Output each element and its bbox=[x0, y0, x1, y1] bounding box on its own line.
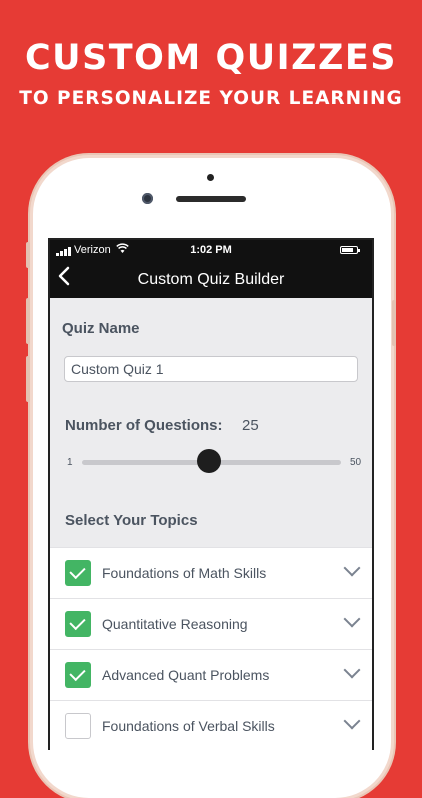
topic-label: Quantitative Reasoning bbox=[102, 616, 248, 632]
slider-min-label: 1 bbox=[67, 457, 73, 468]
topic-checkbox[interactable] bbox=[65, 713, 91, 739]
slider-max-label: 50 bbox=[350, 457, 362, 468]
topic-label: Foundations of Math Skills bbox=[102, 565, 267, 581]
status-time: 1:02 PM bbox=[190, 244, 232, 256]
nav-title: Custom Quiz Builder bbox=[137, 271, 285, 288]
topic-checkbox[interactable] bbox=[65, 560, 91, 586]
chevron-down-icon[interactable] bbox=[343, 661, 361, 679]
topic-row[interactable]: Foundations of Math Skills bbox=[50, 547, 372, 598]
quiz-name-input[interactable]: Custom Quiz 1 bbox=[64, 356, 358, 382]
topic-row[interactable]: Advanced Quant Problems bbox=[50, 649, 372, 700]
select-topics-label: Select Your Topics bbox=[65, 512, 198, 529]
promo-subheadline: TO PERSONALIZE YOUR LEARNING bbox=[19, 88, 403, 109]
promo-headline: CUSTOM QUIZZES bbox=[24, 38, 398, 78]
quiz-name-label: Quiz Name bbox=[62, 320, 140, 337]
topic-label: Foundations of Verbal Skills bbox=[102, 718, 275, 734]
topic-row[interactable]: Quantitative Reasoning bbox=[50, 598, 372, 649]
earpiece-speaker bbox=[176, 196, 246, 202]
phone-side-button bbox=[26, 298, 30, 344]
front-camera bbox=[142, 193, 153, 204]
topic-checkbox[interactable] bbox=[65, 611, 91, 637]
chevron-down-icon[interactable] bbox=[343, 610, 361, 628]
topics-list: Foundations of Math Skills Quantitative … bbox=[50, 547, 372, 750]
number-of-questions-label: Number of Questions: bbox=[65, 417, 223, 434]
front-sensor bbox=[207, 174, 214, 181]
number-of-questions-value: 25 bbox=[242, 417, 259, 434]
navigation-bar: Custom Quiz Builder bbox=[50, 262, 372, 298]
topic-row[interactable]: Foundations of Verbal Skills bbox=[50, 700, 372, 750]
chevron-down-icon[interactable] bbox=[343, 559, 361, 577]
topic-checkbox[interactable] bbox=[65, 662, 91, 688]
phone-screen: Verizon 1:02 PM Custom Quiz Builder Quiz… bbox=[48, 238, 374, 750]
questions-slider-thumb[interactable] bbox=[196, 449, 221, 473]
phone-side-button bbox=[26, 242, 30, 268]
status-bar: Verizon 1:02 PM bbox=[50, 240, 372, 262]
topic-label: Advanced Quant Problems bbox=[102, 667, 270, 683]
phone-side-button bbox=[26, 356, 30, 402]
battery-icon bbox=[340, 246, 360, 254]
phone-side-button bbox=[392, 300, 396, 346]
chevron-down-icon[interactable] bbox=[343, 712, 361, 730]
